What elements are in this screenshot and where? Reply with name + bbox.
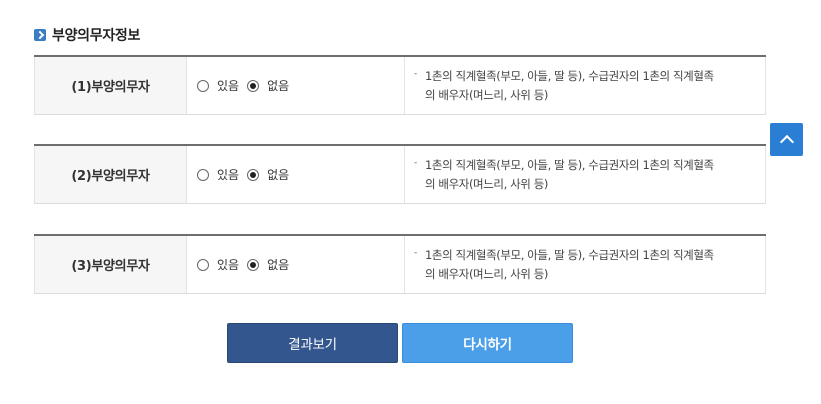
description-line-2: 의 배우자(며느리, 사위 등): [425, 267, 548, 281]
section-title: 부양의무자정보: [52, 28, 141, 44]
dash-icon: -: [414, 69, 417, 79]
dependent-row-1: (1)부양의무자 있음 없음 - 1촌의 직계혈족(부모, 아들, 딸 등), …: [34, 55, 766, 115]
row-label: (3)부양의무자: [34, 236, 187, 293]
radio-no-icon[interactable]: [247, 79, 260, 92]
reset-button[interactable]: 다시하기: [402, 323, 573, 363]
radio-option-yes[interactable]: 있음: [197, 77, 239, 94]
description-line-1: 1촌의 직계혈족(부모, 아들, 딸 등), 수급권자의 1촌의 직계혈족: [425, 158, 714, 172]
row-description: - 1촌의 직계혈족(부모, 아들, 딸 등), 수급권자의 1촌의 직계혈족 …: [405, 236, 766, 293]
radio-yes-icon[interactable]: [197, 79, 209, 92]
scroll-top-button[interactable]: [770, 123, 803, 156]
radio-yes-icon[interactable]: [197, 258, 209, 271]
radio-option-no[interactable]: 없음: [247, 77, 289, 94]
arrow-bullet-icon: [34, 29, 46, 41]
radio-option-yes[interactable]: 있음: [197, 256, 239, 273]
radio-yes-label: 있음: [217, 258, 240, 272]
row-description: - 1촌의 직계혈족(부모, 아들, 딸 등), 수급권자의 1촌의 직계혈족 …: [405, 57, 766, 114]
description-line-2: 의 배우자(며느리, 사위 등): [425, 88, 548, 102]
description-line-1: 1촌의 직계혈족(부모, 아들, 딸 등), 수급권자의 1촌의 직계혈족: [425, 248, 714, 262]
radio-group: 있음 없음: [187, 236, 405, 293]
row-label: (2)부양의무자: [34, 146, 187, 203]
dependent-row-2: (2)부양의무자 있음 없음 - 1촌의 직계혈족(부모, 아들, 딸 등), …: [34, 144, 766, 204]
row-description: - 1촌의 직계혈족(부모, 아들, 딸 등), 수급권자의 1촌의 직계혈족 …: [405, 146, 766, 203]
row-label: (1)부양의무자: [34, 57, 187, 114]
radio-no-label: 없음: [267, 258, 290, 272]
radio-no-label: 없음: [267, 168, 290, 182]
radio-no-label: 없음: [267, 79, 290, 93]
section-header: 부양의무자정보: [34, 25, 140, 45]
radio-yes-label: 있음: [217, 79, 240, 93]
radio-option-no[interactable]: 없음: [247, 166, 289, 183]
dash-icon: -: [414, 248, 417, 258]
radio-yes-icon[interactable]: [197, 168, 209, 181]
description-line-1: 1촌의 직계혈족(부모, 아들, 딸 등), 수급권자의 1촌의 직계혈족: [425, 69, 714, 83]
view-result-button[interactable]: 결과보기: [227, 323, 398, 363]
radio-option-no[interactable]: 없음: [247, 256, 289, 273]
chevron-up-icon: [779, 134, 794, 150]
dash-icon: -: [414, 158, 417, 168]
radio-no-icon[interactable]: [247, 258, 260, 271]
description-line-2: 의 배우자(며느리, 사위 등): [425, 177, 548, 191]
radio-no-icon[interactable]: [247, 168, 260, 181]
radio-group: 있음 없음: [187, 146, 405, 203]
radio-group: 있음 없음: [187, 57, 405, 114]
radio-yes-label: 있음: [217, 168, 240, 182]
dependent-row-3: (3)부양의무자 있음 없음 - 1촌의 직계혈족(부모, 아들, 딸 등), …: [34, 234, 766, 294]
radio-option-yes[interactable]: 있음: [197, 166, 239, 183]
